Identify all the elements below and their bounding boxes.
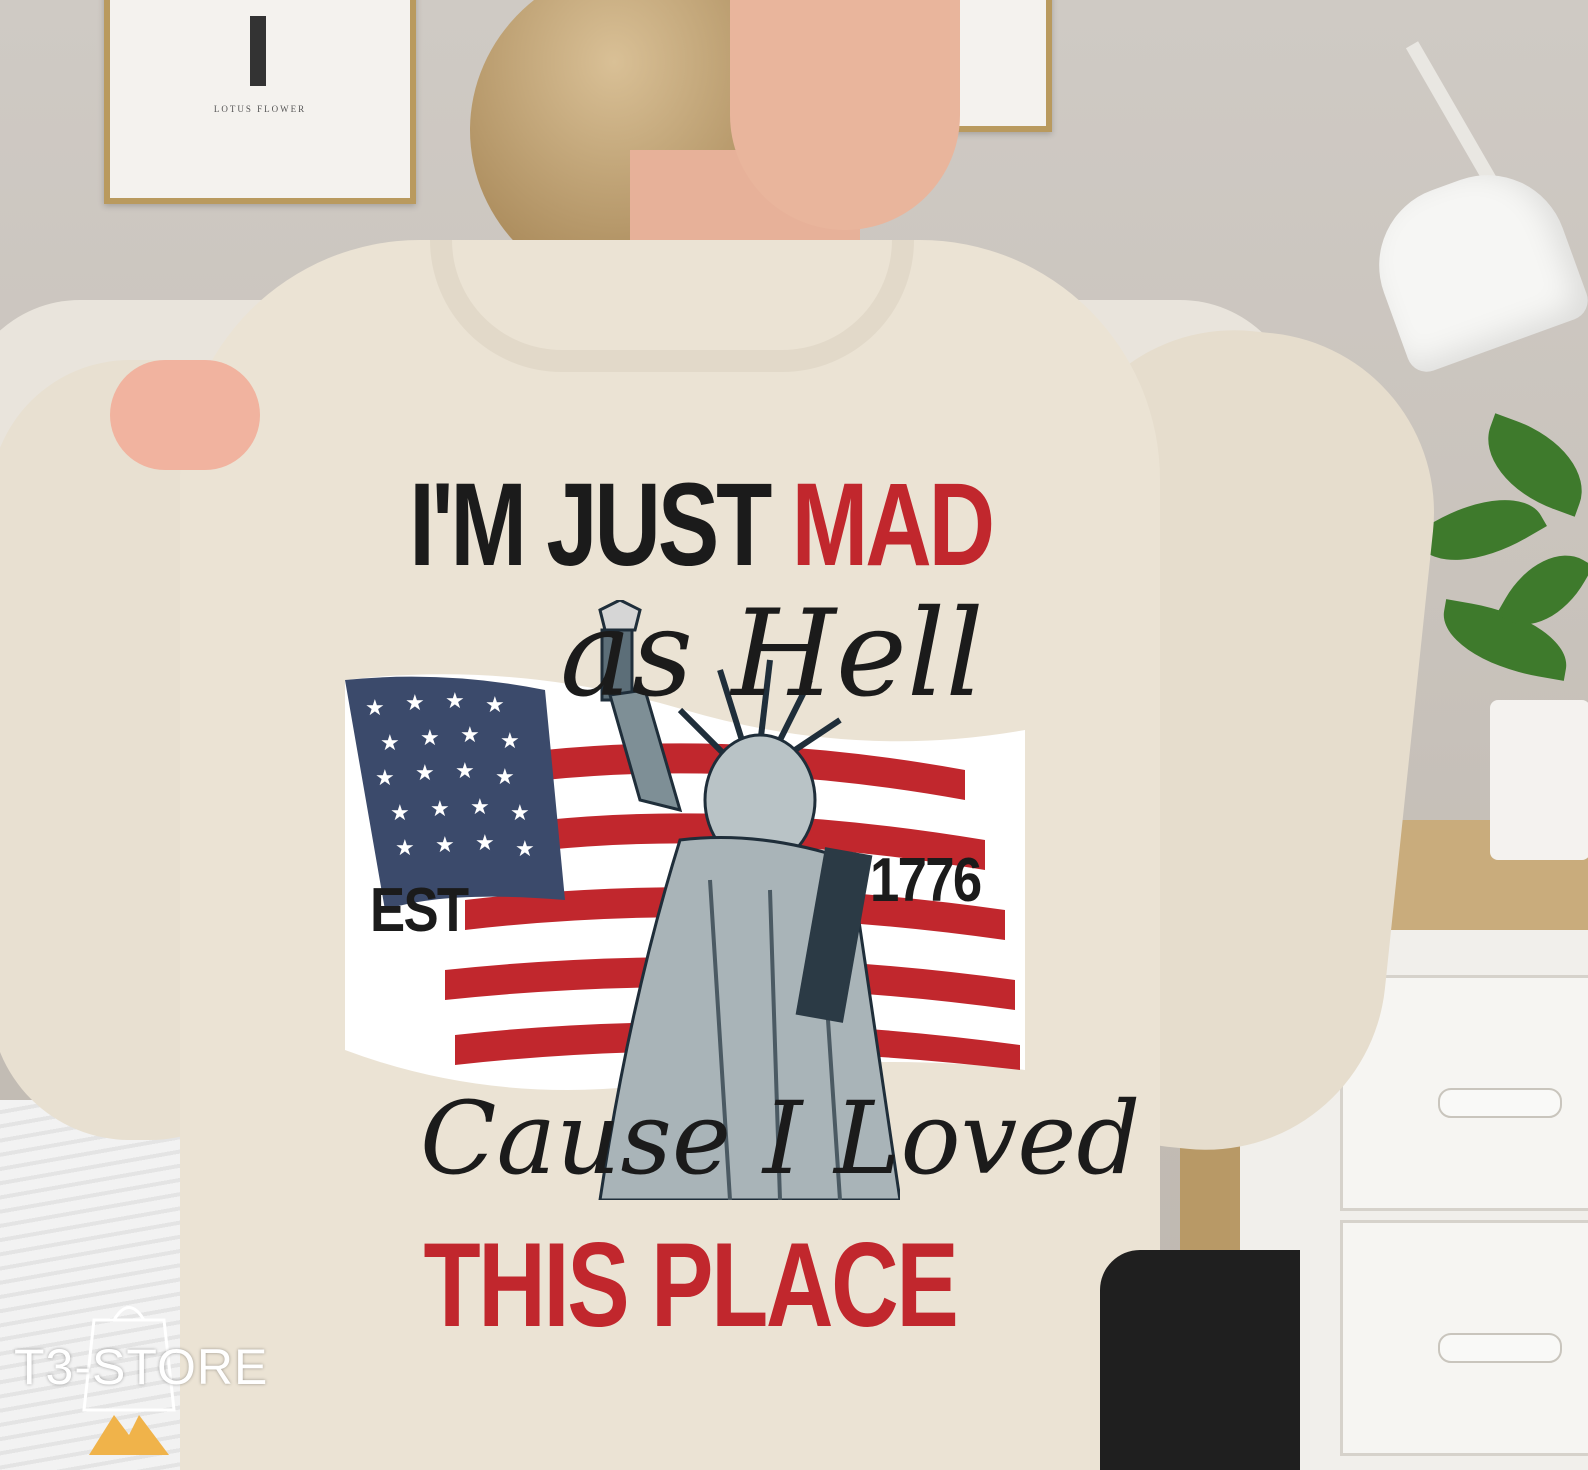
svg-text:★: ★: [415, 761, 435, 786]
print-year-label: 1776: [870, 846, 982, 915]
store-watermark: T3-STORE: [14, 1290, 267, 1460]
face: [730, 0, 960, 230]
hand: [110, 360, 260, 470]
svg-text:★: ★: [375, 766, 395, 791]
svg-text:★: ★: [435, 833, 455, 858]
print-est-label: EST: [370, 876, 469, 945]
nightstand-drawer: [1340, 1220, 1588, 1456]
svg-text:★: ★: [390, 801, 410, 826]
svg-text:★: ★: [445, 689, 465, 714]
lamp-shade: [1356, 152, 1588, 378]
watermark-text: T3-STORE: [14, 1339, 269, 1395]
print-script-cause: Cause I Loved: [420, 1080, 1141, 1197]
svg-text:★: ★: [380, 731, 400, 756]
print-headline-red: MAD: [791, 459, 995, 591]
drawer-handle: [1438, 1333, 1562, 1363]
print-footer-line: THIS PLACE: [423, 1218, 958, 1352]
svg-text:★: ★: [395, 836, 415, 861]
drawer-handle: [1438, 1088, 1562, 1118]
svg-text:★: ★: [405, 691, 425, 716]
print-script-as-hell: as Hell: [560, 585, 984, 724]
sweater-collar: [430, 240, 914, 372]
svg-text:★: ★: [420, 726, 440, 751]
plant-pot: [1490, 700, 1588, 860]
shorts: [1100, 1250, 1300, 1470]
svg-text:★: ★: [455, 759, 475, 784]
shirt-print: I'M JUST MAD ★ ★ ★ ★ ★ ★ ★ ★ ★ ★ ★ ★ ★ ★ ★ ★ ★ ★ ★ ★: [330, 459, 1140, 1360]
svg-text:★: ★: [365, 696, 385, 721]
svg-text:★: ★: [460, 723, 480, 748]
wall-art-caption: LOTUS FLOWER: [213, 104, 307, 114]
wall-art-image: [250, 16, 266, 86]
print-headline-black: I'M JUST: [409, 459, 792, 591]
wall-art-frame: LOTUS FLOWER: [104, 0, 416, 204]
svg-text:★: ★: [430, 797, 450, 822]
print-headline: I'M JUST MAD: [409, 459, 995, 591]
photo-scene: LOTUS FLOWER I'M JUST MAD ★ ★ ★ ★ ★ ★ ★ …: [0, 0, 1588, 1470]
